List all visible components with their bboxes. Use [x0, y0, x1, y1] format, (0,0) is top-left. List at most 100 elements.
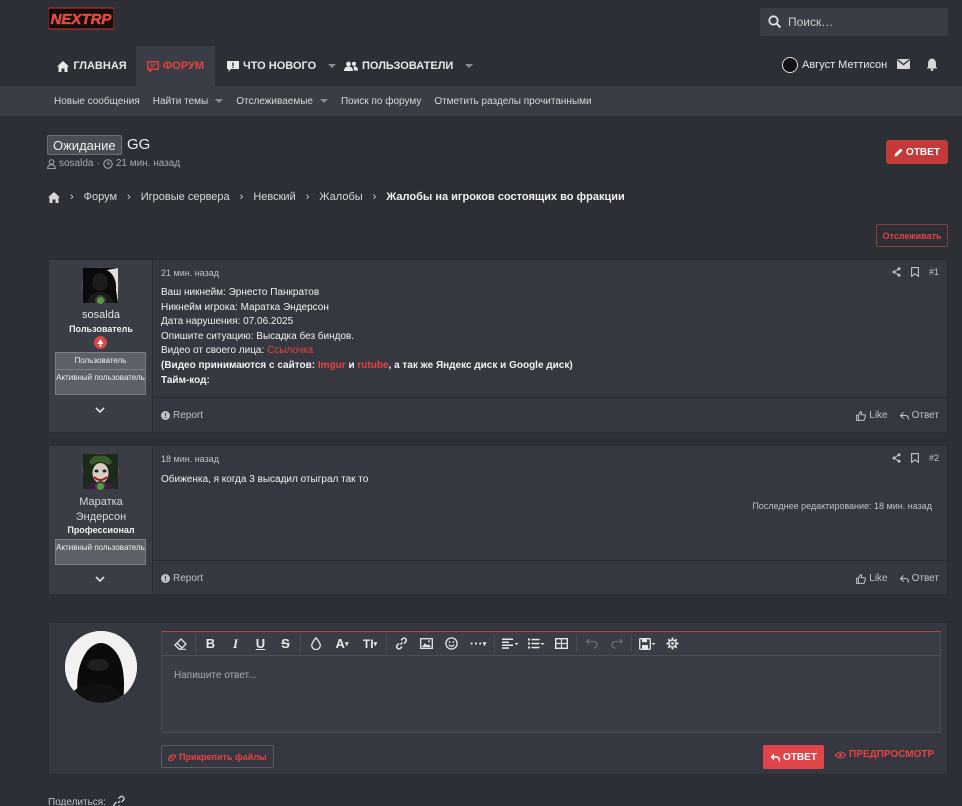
post-body: Обиженка, я когда 3 высадил отыграл так … [161, 474, 369, 485]
imgur-link[interactable]: Imgur [318, 360, 346, 371]
breadcrumb-forum[interactable]: Форум [84, 191, 117, 203]
bold-icon[interactable]: B [198, 632, 223, 656]
search-box[interactable]: Поиск… [760, 8, 948, 36]
color-drop-icon[interactable] [303, 632, 328, 656]
redo-icon[interactable] [604, 632, 629, 656]
link-icon[interactable] [112, 795, 126, 806]
align-icon[interactable] [497, 632, 523, 656]
reply-button[interactable]: ОТВЕТ [886, 140, 948, 164]
subnav-find-threads[interactable]: Найти темы [153, 96, 224, 107]
gear-icon[interactable] [660, 632, 685, 656]
breadcrumb-current[interactable]: Жалобы на игроков состоящих во фракции [386, 191, 624, 203]
underline-icon[interactable]: U [248, 632, 273, 656]
undo-icon[interactable] [579, 632, 604, 656]
chevron-down-icon[interactable] [328, 64, 337, 68]
post-user-title: Пользователь [69, 324, 133, 334]
like-button[interactable]: Like [856, 410, 888, 421]
chevron-down-icon[interactable] [319, 99, 328, 103]
chevron-down-icon[interactable] [95, 576, 105, 583]
post-1: sosalda Пользователь Пользователь Активн… [48, 259, 948, 433]
editor-toolbar: B I U S A ▾ TI ▾ ··· ▾ [162, 632, 940, 656]
tab-forum[interactable]: ФОРУМ [136, 46, 215, 86]
breadcrumb-servers[interactable]: Игровые сервера [141, 191, 230, 203]
thumbs-up-icon [856, 573, 867, 584]
strikethrough-icon[interactable]: S [273, 632, 298, 656]
subnav-new-posts[interactable]: Новые сообщения [54, 96, 140, 107]
share-icon[interactable] [892, 453, 901, 463]
bookmark-icon[interactable] [911, 267, 919, 277]
report-icon [161, 411, 170, 420]
report-button[interactable]: Report [161, 410, 203, 421]
reply-arrow-icon [899, 574, 909, 583]
avatar[interactable] [65, 631, 137, 703]
link-icon[interactable] [389, 632, 414, 656]
post-user-cell: sosalda Пользователь Пользователь Активн… [49, 260, 153, 432]
post-footer: Report Like Ответ [153, 397, 947, 433]
user-menu[interactable]: Август Меттисон [782, 57, 887, 73]
post-date[interactable]: 18 мин. назад [161, 454, 219, 464]
save-draft-icon[interactable] [634, 632, 660, 656]
bookmark-icon[interactable] [911, 453, 919, 463]
subnav-watched[interactable]: Отслеживаемые [236, 96, 328, 107]
post-date[interactable]: 21 мин. назад [161, 268, 219, 278]
thread-author[interactable]: sosalda [59, 158, 93, 169]
post-number[interactable]: #2 [929, 453, 939, 463]
post-reply-button[interactable]: ОТВЕТ [763, 745, 824, 769]
breadcrumb-complaints[interactable]: Жалобы [319, 191, 362, 203]
font-family-icon[interactable]: A ▾ [328, 632, 356, 656]
breadcrumb-nevsky[interactable]: Невский [253, 191, 295, 203]
eraser-icon[interactable] [168, 632, 193, 656]
thread-prefix[interactable]: Ожидание [47, 135, 122, 155]
report-icon [161, 574, 170, 583]
thread-time[interactable]: 21 мин. назад [116, 158, 180, 169]
post-number[interactable]: #1 [929, 267, 939, 277]
chevron-down-icon[interactable] [215, 99, 224, 103]
chevron-down-icon[interactable] [95, 407, 105, 414]
comment-icon [227, 60, 239, 72]
mail-icon[interactable] [897, 59, 910, 69]
image-icon[interactable] [414, 632, 439, 656]
quote-reply-button[interactable]: Ответ [899, 573, 939, 584]
like-button[interactable]: Like [856, 573, 888, 584]
preview-button[interactable]: ПРЕДПРОСМОТР [835, 749, 934, 760]
chevron-right-icon: › [70, 191, 74, 203]
bell-icon[interactable] [926, 58, 938, 71]
subnav-mark-read[interactable]: Отметить разделы прочитанными [434, 96, 591, 107]
reply-textarea[interactable]: Напишите ответ... [174, 670, 256, 681]
chevron-down-icon[interactable] [465, 64, 474, 68]
quote-reply-button[interactable]: Ответ [899, 410, 939, 421]
post-username[interactable]: Маратка Эндерсон [49, 495, 153, 524]
smiley-icon[interactable] [439, 632, 464, 656]
edited-note[interactable]: Последнее редактирование: 18 мин. назад [752, 501, 932, 511]
user-banner: Активный пользователь [55, 369, 146, 395]
font-size-icon[interactable]: TI ▾ [356, 632, 384, 656]
subnav-search-forum[interactable]: Поиск по форуму [341, 96, 421, 107]
chevron-right-icon: › [127, 191, 131, 203]
tab-users[interactable]: ПОЛЬЗОВАТЕЛИ [344, 46, 474, 86]
report-button[interactable]: Report [161, 573, 203, 584]
more-options-icon[interactable]: ··· ▾ [464, 632, 492, 656]
forum-icon [146, 60, 159, 72]
reply-arrow-icon [770, 753, 781, 762]
site-logo[interactable]: NEXTRP [47, 7, 115, 30]
table-icon[interactable] [549, 632, 574, 656]
italic-icon[interactable]: I [223, 632, 248, 656]
attach-files-button[interactable]: Прикрепить файлы [161, 745, 274, 768]
search-input[interactable]: Поиск… [788, 15, 833, 29]
online-status-icon [95, 481, 106, 492]
watch-button[interactable]: Отслеживать [876, 224, 948, 247]
tab-home[interactable]: ГЛАВНАЯ [48, 46, 136, 86]
share-icon[interactable] [892, 267, 901, 277]
video-link[interactable]: Ссылочка [267, 345, 313, 356]
post-username[interactable]: sosalda [49, 309, 153, 321]
list-icon[interactable] [523, 632, 549, 656]
avatar [782, 57, 798, 73]
paperclip-icon [168, 753, 176, 761]
trophy-badge-icon[interactable] [94, 336, 107, 349]
clock-icon [103, 158, 113, 169]
rutube-link[interactable]: rutube [357, 360, 388, 371]
tab-whats-new[interactable]: ЧТО НОВОГО [227, 46, 337, 86]
share-label: Поделиться: [48, 796, 106, 806]
thread-meta: sosalda · 21 мин. назад [47, 158, 180, 169]
home-icon[interactable] [48, 191, 60, 203]
